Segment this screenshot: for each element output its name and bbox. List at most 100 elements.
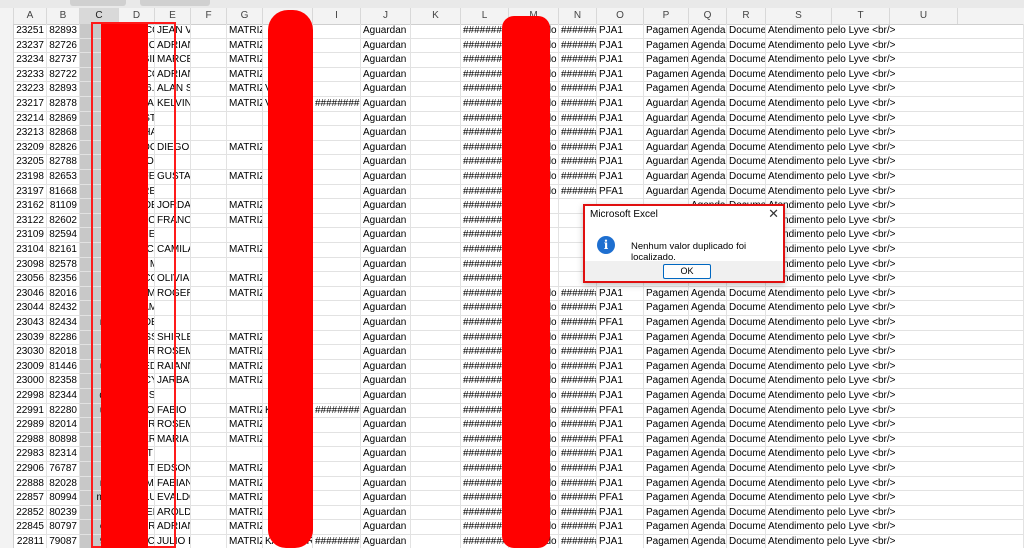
table-cell[interactable]: Pagamento bbox=[644, 505, 689, 521]
table-cell[interactable]: MATRIZ) bbox=[227, 330, 263, 346]
table-cell[interactable] bbox=[191, 213, 227, 229]
table-cell[interactable] bbox=[313, 155, 361, 170]
table-cell[interactable]: Atendimento pelo Lyve <br/> bbox=[766, 97, 1024, 112]
table-cell[interactable]: 82726 bbox=[47, 38, 80, 54]
table-cell[interactable] bbox=[313, 170, 361, 185]
table-cell[interactable]: PJA1 bbox=[597, 535, 644, 548]
table-cell[interactable]: Aguardan bbox=[361, 272, 411, 287]
row-header[interactable] bbox=[0, 184, 14, 200]
table-cell[interactable]: Document bbox=[727, 97, 766, 112]
table-cell[interactable]: 23104 bbox=[14, 243, 47, 258]
table-cell[interactable]: Aguardan bbox=[644, 155, 689, 170]
table-cell[interactable] bbox=[313, 359, 361, 375]
table-cell[interactable]: Aguardan bbox=[361, 184, 411, 200]
table-cell[interactable] bbox=[411, 126, 461, 141]
table-cell[interactable]: ######## bbox=[559, 184, 597, 200]
table-cell[interactable]: Aguardan bbox=[361, 345, 411, 360]
table-cell[interactable] bbox=[313, 53, 361, 68]
table-cell[interactable]: 22888 bbox=[14, 476, 47, 492]
table-cell[interactable]: 23213 bbox=[14, 126, 47, 141]
table-cell[interactable]: 23046 bbox=[14, 286, 47, 302]
table-cell[interactable]: ######## bbox=[559, 374, 597, 389]
column-header-j[interactable]: J bbox=[361, 8, 411, 24]
table-cell[interactable]: ######## bbox=[559, 126, 597, 141]
table-cell[interactable]: PJA1 bbox=[597, 447, 644, 462]
table-cell[interactable]: 23162 bbox=[14, 199, 47, 214]
table-cell[interactable]: Aguardan bbox=[644, 140, 689, 156]
table-cell[interactable] bbox=[191, 491, 227, 506]
table-cell[interactable]: Atendimento pelo Lyve <br/> bbox=[766, 126, 1024, 141]
column-header-r[interactable]: R bbox=[727, 8, 766, 24]
table-cell[interactable]: Document bbox=[727, 38, 766, 54]
table-cell[interactable] bbox=[313, 286, 361, 302]
table-cell[interactable]: PJA1 bbox=[597, 24, 644, 39]
table-cell[interactable]: ######## bbox=[559, 82, 597, 97]
table-cell[interactable]: Agendame bbox=[689, 345, 727, 360]
table-cell[interactable]: 23233 bbox=[14, 67, 47, 83]
table-cell[interactable] bbox=[191, 140, 227, 156]
table-cell[interactable]: Atendimento pelo Lyve <br/> bbox=[766, 53, 1024, 68]
table-cell[interactable] bbox=[411, 432, 461, 448]
table-cell[interactable]: ######## bbox=[559, 403, 597, 419]
table-cell[interactable]: Aguardan bbox=[361, 257, 411, 273]
table-cell[interactable]: Aguardan bbox=[361, 111, 411, 127]
table-cell[interactable]: 82432 bbox=[47, 301, 80, 316]
table-cell[interactable]: Aguardan bbox=[361, 374, 411, 389]
table-cell[interactable] bbox=[191, 257, 227, 273]
table-cell[interactable]: PJA1 bbox=[597, 67, 644, 83]
table-cell[interactable]: Document bbox=[727, 491, 766, 506]
table-cell[interactable]: Atendimento pelo Lyve <br/> bbox=[766, 199, 1024, 214]
table-cell[interactable]: Pagamento bbox=[644, 476, 689, 492]
table-cell[interactable]: Pagamento bbox=[644, 82, 689, 97]
table-cell[interactable]: 22906 bbox=[14, 462, 47, 477]
table-cell[interactable]: 81668 bbox=[47, 184, 80, 200]
table-cell[interactable]: Atendimento pelo Lyve <br/> bbox=[766, 82, 1024, 97]
column-header-s[interactable]: S bbox=[766, 8, 832, 24]
table-cell[interactable] bbox=[411, 213, 461, 229]
row-header[interactable] bbox=[0, 53, 14, 68]
table-cell[interactable]: Aguardan bbox=[361, 462, 411, 477]
table-cell[interactable] bbox=[313, 243, 361, 258]
table-cell[interactable]: PJA1 bbox=[597, 345, 644, 360]
table-cell[interactable]: ######## bbox=[559, 111, 597, 127]
table-cell[interactable]: Atendimento pelo Lyve <br/> bbox=[766, 535, 1024, 548]
table-cell[interactable]: Document bbox=[727, 111, 766, 127]
row-header[interactable] bbox=[0, 345, 14, 360]
table-cell[interactable]: 82826 bbox=[47, 140, 80, 156]
row-header[interactable] bbox=[0, 374, 14, 389]
table-cell[interactable]: MATRIZ) bbox=[227, 286, 263, 302]
table-cell[interactable]: Agendame bbox=[689, 140, 727, 156]
table-cell[interactable] bbox=[411, 184, 461, 200]
table-cell[interactable] bbox=[227, 316, 263, 331]
row-header[interactable] bbox=[0, 476, 14, 492]
table-cell[interactable] bbox=[411, 140, 461, 156]
table-cell[interactable]: Atendimento pelo Lyve <br/> bbox=[766, 170, 1024, 185]
table-cell[interactable]: 23251 bbox=[14, 24, 47, 39]
table-cell[interactable]: ######## bbox=[559, 53, 597, 68]
table-cell[interactable] bbox=[191, 389, 227, 404]
table-cell[interactable] bbox=[227, 111, 263, 127]
table-cell[interactable]: Document bbox=[727, 184, 766, 200]
table-cell[interactable]: Agendame bbox=[689, 155, 727, 170]
row-header[interactable] bbox=[0, 213, 14, 229]
table-cell[interactable]: Document bbox=[727, 359, 766, 375]
table-cell[interactable]: Document bbox=[727, 476, 766, 492]
table-cell[interactable]: ######## bbox=[559, 359, 597, 375]
table-cell[interactable]: Pagamento bbox=[644, 403, 689, 419]
table-cell[interactable]: Agendame bbox=[689, 403, 727, 419]
table-cell[interactable]: Document bbox=[727, 67, 766, 83]
table-cell[interactable]: Document bbox=[727, 286, 766, 302]
table-cell[interactable]: Pagamento bbox=[644, 447, 689, 462]
column-header-o[interactable]: O bbox=[597, 8, 644, 24]
table-cell[interactable]: MATRIZ) bbox=[227, 67, 263, 83]
table-cell[interactable]: Atendimento pelo Lyve <br/> bbox=[766, 491, 1024, 506]
table-cell[interactable]: Atendimento pelo Lyve <br/> bbox=[766, 418, 1024, 433]
table-cell[interactable] bbox=[191, 67, 227, 83]
row-header[interactable] bbox=[0, 316, 14, 331]
table-cell[interactable]: ######## bbox=[559, 535, 597, 548]
column-header-f[interactable]: F bbox=[191, 8, 227, 24]
table-cell[interactable] bbox=[227, 301, 263, 316]
table-cell[interactable]: Document bbox=[727, 535, 766, 548]
row-header[interactable] bbox=[0, 67, 14, 83]
table-cell[interactable]: Agendame bbox=[689, 67, 727, 83]
